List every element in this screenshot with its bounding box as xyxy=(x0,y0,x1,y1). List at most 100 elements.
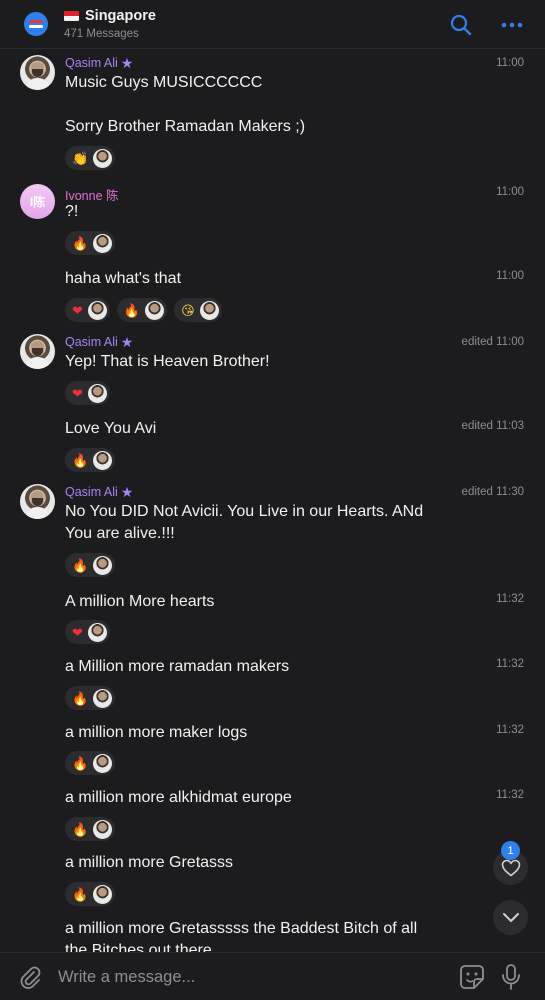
message-text: A million More hearts xyxy=(65,593,215,610)
heart-emoji-icon: ❤ xyxy=(72,624,83,640)
message-input[interactable] xyxy=(58,965,438,989)
premium-star-icon: ★ xyxy=(120,55,134,71)
heart-icon xyxy=(501,859,520,877)
chat-header: Singapore 471 Messages xyxy=(0,0,545,49)
message-time: edited 11:30 xyxy=(461,486,524,498)
microphone-icon[interactable] xyxy=(499,963,523,991)
reactions: 🔥 xyxy=(65,817,116,841)
heart-emoji-icon: ❤ xyxy=(72,302,83,318)
chat-title-text: Singapore xyxy=(85,8,156,24)
sticker-icon[interactable] xyxy=(459,964,485,990)
paperclip-icon[interactable] xyxy=(17,964,43,990)
message-time: 11:32 xyxy=(496,593,524,605)
reactions: 🔥 xyxy=(65,231,116,255)
avatar-qasim[interactable] xyxy=(20,334,55,369)
reaction-chip[interactable]: 🔥 xyxy=(116,298,168,322)
message-text: a million more maker logs xyxy=(65,724,248,741)
reaction-chip[interactable]: ❤ xyxy=(65,620,110,644)
reactor-avatar xyxy=(199,300,219,320)
fire-emoji-icon: 🔥 xyxy=(72,821,89,837)
kiss-emoji-icon: 😘 xyxy=(181,302,195,318)
unread-badge: 1 xyxy=(501,841,520,860)
message-time: 11:32 xyxy=(496,658,524,670)
reactor-avatar xyxy=(87,383,107,403)
reactions: ❤ xyxy=(65,381,110,405)
message-text: No You DID Not Avicii. You Live in our H… xyxy=(65,503,424,520)
more-icon[interactable] xyxy=(500,14,524,36)
message-time: 11:32 xyxy=(496,724,524,736)
reactor-avatar xyxy=(93,450,113,470)
message-time: edited 11:00 xyxy=(461,336,524,348)
clap-emoji-icon: 👏 xyxy=(72,150,89,166)
reactor-avatar xyxy=(93,555,113,575)
reaction-chip[interactable]: 👏 xyxy=(65,146,116,170)
reaction-chip[interactable]: 🔥 xyxy=(65,448,116,472)
sender-name[interactable]: Qasim Ali ★ xyxy=(65,335,133,349)
avatar-ivonne[interactable]: I陈 xyxy=(20,184,55,219)
fire-emoji-icon: 🔥 xyxy=(72,557,89,573)
message-time: 11:00 xyxy=(496,57,524,69)
premium-star-icon: ★ xyxy=(120,334,134,350)
fire-emoji-icon: 🔥 xyxy=(72,235,89,251)
reactions: 👏 xyxy=(65,146,116,170)
fire-emoji-icon: 🔥 xyxy=(72,886,89,902)
message-text: Sorry Brother Ramadan Makers ;) xyxy=(65,118,306,135)
sender-name-text: Qasim Ali xyxy=(65,335,118,349)
message-text: Music Guys MUSICCCCCC xyxy=(65,74,263,91)
message-time: 11:00 xyxy=(496,270,524,282)
message-time: 11:00 xyxy=(496,186,524,198)
message-text: You are alive.!!! xyxy=(65,525,175,542)
message-count: 471 Messages xyxy=(64,28,139,40)
reaction-chip[interactable]: ❤ xyxy=(65,298,110,322)
message-text: a million more alkhidmat europe xyxy=(65,789,292,806)
reactor-avatar xyxy=(87,622,107,642)
search-icon[interactable] xyxy=(449,13,473,37)
reactions: 🔥 xyxy=(65,448,116,472)
reactor-avatar xyxy=(93,148,113,168)
message-text: ?! xyxy=(65,203,79,220)
sender-name-text: Qasim Ali xyxy=(65,56,118,70)
chat-title: Singapore xyxy=(64,8,156,24)
reaction-chip[interactable]: 😘 xyxy=(174,298,222,322)
message-text: the Bitches out there xyxy=(65,942,212,952)
reaction-chip[interactable]: 🔥 xyxy=(65,751,116,775)
reaction-chip[interactable]: 🔥 xyxy=(65,817,116,841)
reaction-chip[interactable]: 🔥 xyxy=(65,231,116,255)
reactor-avatar xyxy=(93,688,113,708)
message-text: haha what's that xyxy=(65,270,182,287)
message-text: Love You Avi xyxy=(65,420,157,437)
reactions: ❤ xyxy=(65,620,110,644)
message-text: a million more Gretasssss the Baddest Bi… xyxy=(65,920,418,937)
chat-bubble-icon[interactable] xyxy=(21,10,51,40)
reactions: 🔥 xyxy=(65,553,116,577)
avatar-qasim[interactable] xyxy=(20,55,55,90)
chat-title-block[interactable]: Singapore 471 Messages xyxy=(64,8,156,40)
reaction-chip[interactable]: 🔥 xyxy=(65,686,116,710)
scroll-down-button[interactable] xyxy=(493,900,528,935)
fire-emoji-icon: 🔥 xyxy=(72,690,89,706)
reactor-avatar xyxy=(93,884,113,904)
reactions: 🔥 xyxy=(65,882,116,906)
fire-emoji-icon: 🔥 xyxy=(72,755,89,771)
sender-name[interactable]: Qasim Ali ★ xyxy=(65,485,133,499)
fire-emoji-icon: 🔥 xyxy=(72,452,89,468)
reactor-avatar xyxy=(93,233,113,253)
reactions: ❤ 🔥 😘 xyxy=(65,298,222,322)
fire-emoji-icon: 🔥 xyxy=(123,302,141,318)
message-time: edited 11:03 xyxy=(461,420,524,432)
singapore-flag-icon xyxy=(64,11,79,21)
reaction-chip[interactable]: 🔥 xyxy=(65,553,116,577)
message-time: 11:32 xyxy=(496,789,524,801)
reactor-avatar xyxy=(87,300,107,320)
message-text: a Million more ramadan makers xyxy=(65,658,290,675)
chevron-down-icon xyxy=(502,912,519,922)
message-text: Yep! That is Heaven Brother! xyxy=(65,353,270,370)
avatar-qasim[interactable] xyxy=(20,484,55,519)
reaction-chip[interactable]: 🔥 xyxy=(65,882,116,906)
reaction-chip[interactable]: ❤ xyxy=(65,381,110,405)
message-text: a million more Gretasss xyxy=(65,854,234,871)
reactor-avatar xyxy=(93,819,113,839)
sender-name[interactable]: Qasim Ali ★ xyxy=(65,56,133,70)
reactions: 🔥 xyxy=(65,751,116,775)
message-list[interactable]: Qasim Ali ★ 11:00 Music Guys MUSICCCCCC S… xyxy=(0,49,545,952)
